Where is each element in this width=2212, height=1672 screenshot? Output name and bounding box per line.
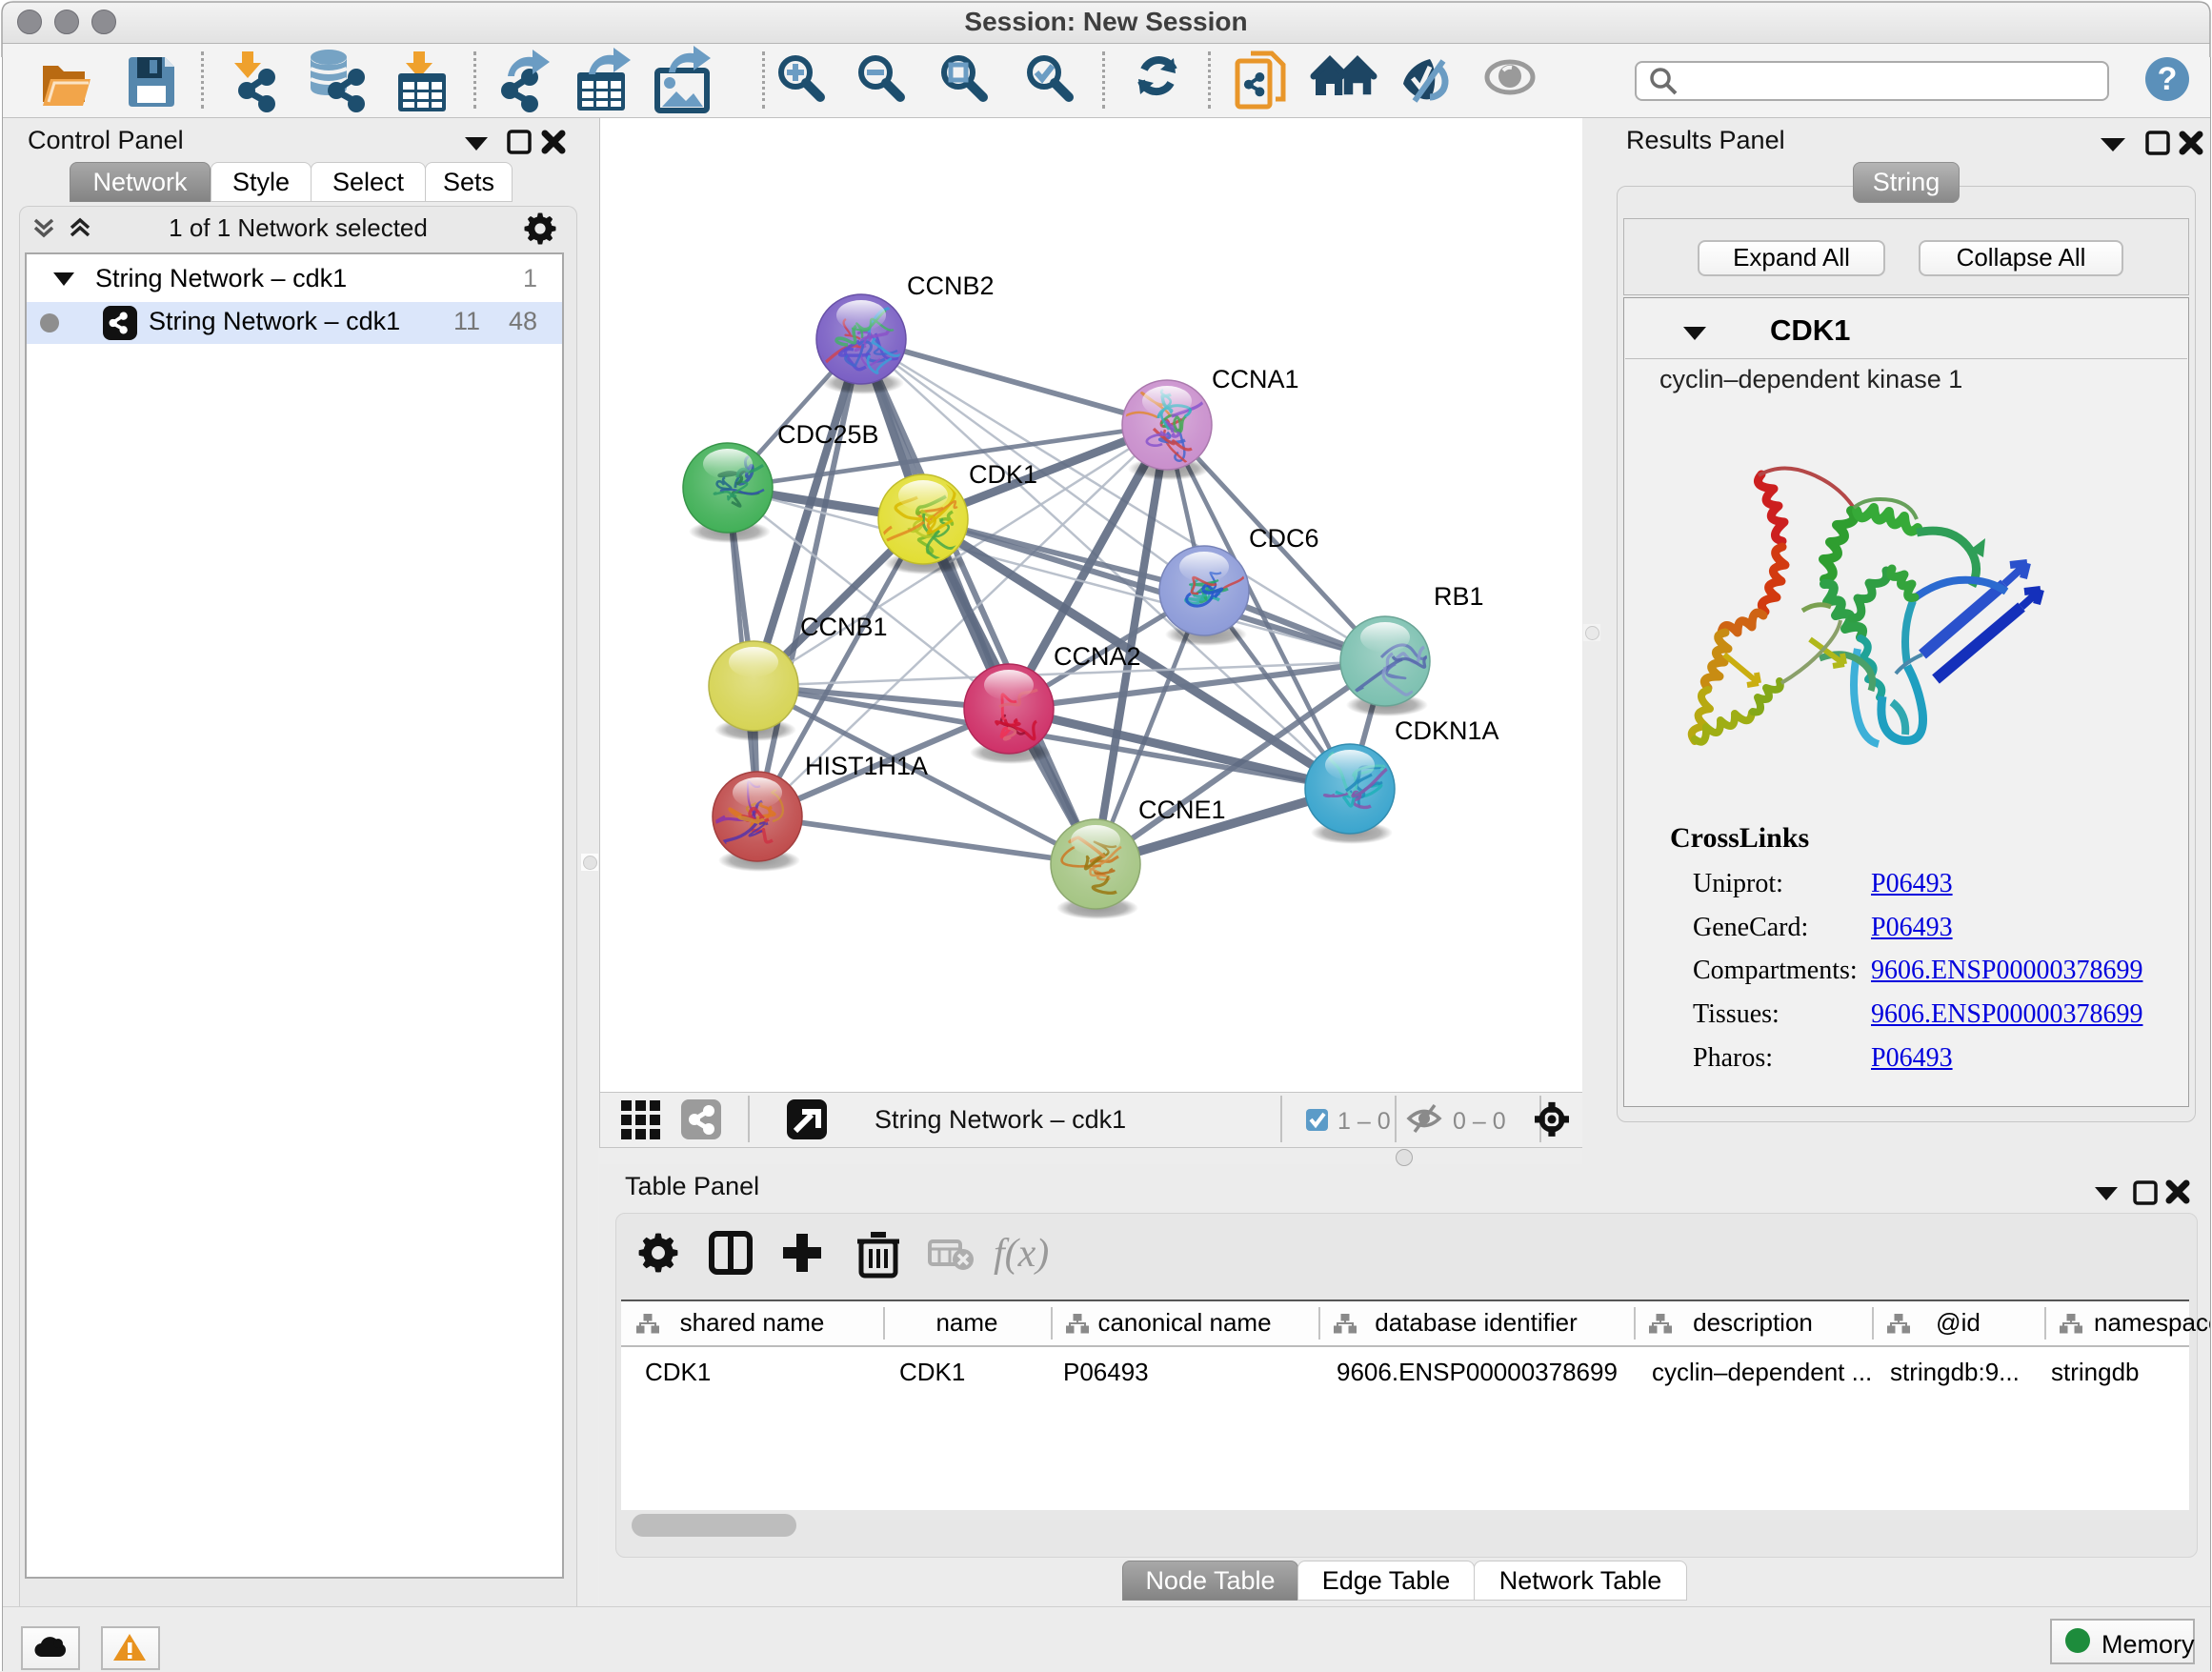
svg-text:CDC25B: CDC25B (777, 420, 879, 449)
svg-text:CCNA1: CCNA1 (1212, 365, 1299, 393)
svg-text:CCNE1: CCNE1 (1138, 796, 1226, 824)
svg-text:CDK1: CDK1 (969, 460, 1037, 489)
svg-text:String Network – cdk1: String Network – cdk1 (875, 1105, 1126, 1134)
svg-text:f(x): f(x) (994, 1232, 1049, 1276)
svg-text:RB1: RB1 (1434, 582, 1484, 611)
svg-text:1 – 0: 1 – 0 (1337, 1108, 1391, 1135)
svg-text:CCNA2: CCNA2 (1054, 642, 1141, 671)
svg-text:CDC6: CDC6 (1249, 524, 1319, 553)
svg-text:CCNB1: CCNB1 (800, 613, 888, 641)
svg-text:0 – 0: 0 – 0 (1453, 1108, 1506, 1135)
svg-text:CCNB2: CCNB2 (907, 272, 995, 300)
svg-text:?: ? (2158, 61, 2178, 97)
svg-text:CDKN1A: CDKN1A (1395, 716, 1499, 745)
svg-text:HIST1H1A: HIST1H1A (805, 752, 928, 780)
